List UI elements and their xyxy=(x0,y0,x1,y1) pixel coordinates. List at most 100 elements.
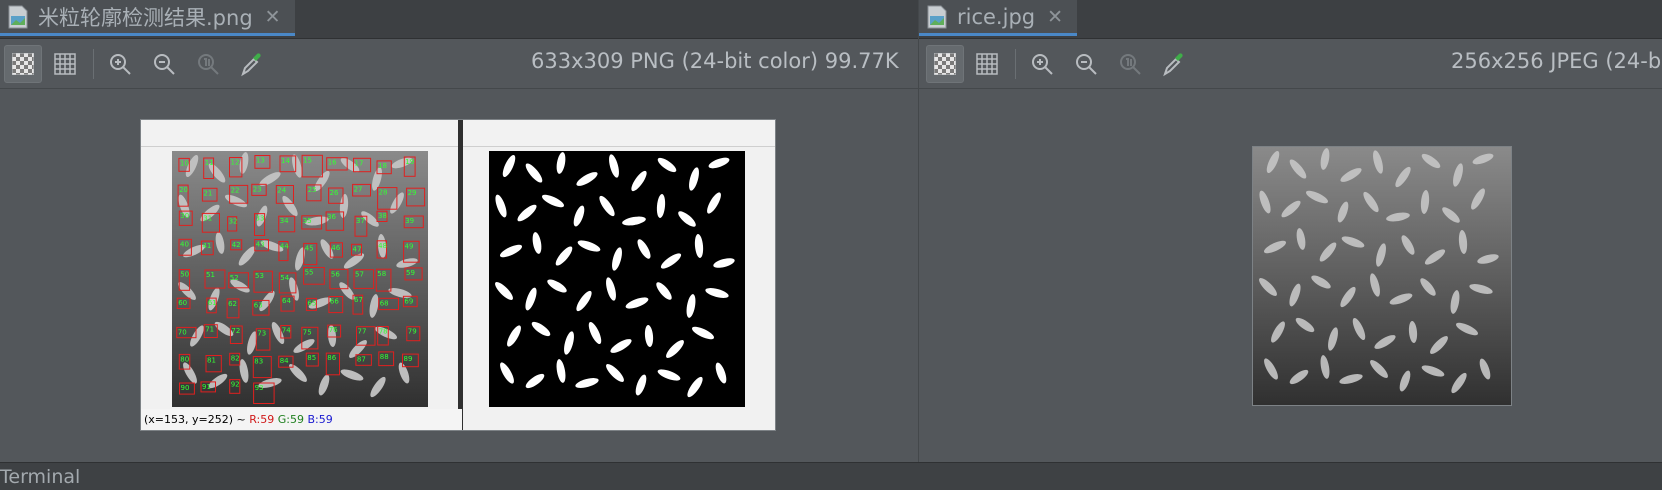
left-image-toolbar: 633x309 PNG (24-bit color) 99.77K xyxy=(0,39,918,89)
contour-label: 45 xyxy=(305,244,314,252)
contour-label: 67 xyxy=(354,296,363,304)
contour-label: 84 xyxy=(280,357,289,365)
image-file-icon xyxy=(927,5,947,29)
contour-label: 90 xyxy=(181,384,190,392)
color-picker-icon[interactable] xyxy=(233,45,271,83)
actual-size-icon xyxy=(189,45,227,83)
contour-label: 57 xyxy=(355,271,364,279)
contour-label: 37 xyxy=(356,217,365,225)
contour-label: 79 xyxy=(408,328,417,336)
image-file-icon xyxy=(8,5,28,29)
contour-label: 43 xyxy=(256,241,265,249)
contour-label: 74 xyxy=(282,327,291,335)
right-tab-bar: rice.jpg ✕ xyxy=(919,0,1662,39)
contour-label: 11 xyxy=(205,159,214,167)
contour-label: 88 xyxy=(380,353,389,361)
image-info-text: 633x309 PNG (24-bit color) 99.77K xyxy=(531,49,899,73)
pixel-coords: (x=153, y=252) ~ xyxy=(144,413,246,426)
contour-label: 87 xyxy=(357,356,366,364)
contour-label: 13 xyxy=(256,157,265,165)
left-editor-pane: 米粒轮廓检测结果.png ✕ 633x309 PNG (24-bit color… xyxy=(0,0,919,462)
color-picker-icon[interactable] xyxy=(1155,45,1193,83)
contour-label: 27 xyxy=(354,185,363,193)
contour-label: 15 xyxy=(303,156,312,164)
rice-image xyxy=(1252,146,1512,406)
contour-label: 56 xyxy=(331,270,340,278)
contour-label: 21 xyxy=(203,189,212,197)
contour-label: 17 xyxy=(355,159,364,167)
chessboard-icon[interactable] xyxy=(926,45,964,83)
contour-label: 16 xyxy=(328,159,337,167)
contour-label: 31 xyxy=(203,214,212,222)
binary-mask-view xyxy=(489,151,745,407)
zoom-in-icon[interactable] xyxy=(1023,45,1061,83)
contour-label: 80 xyxy=(180,355,189,363)
zoom-out-icon[interactable] xyxy=(1067,45,1105,83)
window-divider xyxy=(458,120,463,430)
contour-label: 73 xyxy=(257,330,266,338)
tab-rice-jpg[interactable]: rice.jpg ✕ xyxy=(919,0,1077,36)
contour-label: 61 xyxy=(208,299,217,307)
contour-detection-view: 10 11 12 13 14 15 16 17 18 19 20 21 22 23 24 25 26 27 28 29… xyxy=(172,151,428,407)
contour-label: 93 xyxy=(255,384,264,392)
contour-label: 34 xyxy=(280,217,289,225)
image-info-text: 256x256 JPEG (24-bit color) xyxy=(1451,49,1662,73)
contour-label: 30 xyxy=(180,212,189,220)
tab-label: 米粒轮廓检测结果.png xyxy=(38,5,253,30)
zoom-out-icon[interactable] xyxy=(145,45,183,83)
tab-rice-contour-result[interactable]: 米粒轮廓检测结果.png ✕ xyxy=(0,0,295,36)
contour-label: 50 xyxy=(180,271,189,279)
contour-label: 60 xyxy=(178,299,187,307)
zoom-in-icon[interactable] xyxy=(101,45,139,83)
contour-label: 54 xyxy=(280,274,289,282)
contour-label: 42 xyxy=(232,241,241,249)
contour-label: 22 xyxy=(231,186,240,194)
contour-label: 35 xyxy=(303,217,312,225)
right-editor-pane: rice.jpg ✕ 256x256 JPEG (24-bit color) xyxy=(919,0,1662,462)
contour-label: 69 xyxy=(404,297,413,305)
contour-label: 51 xyxy=(206,271,215,279)
contour-label: 24 xyxy=(277,187,286,195)
contour-label: 53 xyxy=(255,272,264,280)
contour-label: 68 xyxy=(380,299,389,307)
contour-label: 40 xyxy=(180,240,189,248)
contour-label: 14 xyxy=(281,157,290,165)
bottom-tool-bar: Terminal xyxy=(0,462,1662,490)
close-tab-icon[interactable]: ✕ xyxy=(1047,6,1063,28)
pixel-b-value: B:59 xyxy=(307,413,333,426)
contour-label: 66 xyxy=(330,298,339,306)
contour-label: 32 xyxy=(229,218,238,226)
grid-icon[interactable] xyxy=(968,45,1006,83)
contour-label: 47 xyxy=(353,245,362,253)
contour-label: 72 xyxy=(231,327,240,335)
contour-label: 64 xyxy=(282,297,291,305)
tab-label: rice.jpg xyxy=(957,4,1036,29)
contour-label: 65 xyxy=(307,299,316,307)
contour-label: 77 xyxy=(358,328,367,336)
contour-label: 85 xyxy=(307,354,316,362)
contour-label: 10 xyxy=(180,159,189,167)
contour-label: 18 xyxy=(378,162,387,170)
chessboard-icon[interactable] xyxy=(4,45,42,83)
contour-label: 29 xyxy=(408,189,417,197)
contour-label: 26 xyxy=(330,189,339,197)
contour-label: 76 xyxy=(329,326,338,334)
contour-label: 19 xyxy=(405,158,414,166)
contour-label: 25 xyxy=(308,186,317,194)
contour-label: 75 xyxy=(303,328,312,336)
contour-label: 55 xyxy=(305,269,314,277)
contour-label: 38 xyxy=(378,212,387,220)
contour-label: 89 xyxy=(404,355,413,363)
contour-label: 82 xyxy=(231,354,240,362)
contour-label: 44 xyxy=(280,243,289,251)
terminal-tab[interactable]: Terminal xyxy=(0,466,80,488)
close-tab-icon[interactable]: ✕ xyxy=(265,6,281,28)
toolbar-separator xyxy=(93,49,94,79)
contour-label: 23 xyxy=(253,185,262,193)
grid-icon[interactable] xyxy=(46,45,84,83)
contour-label: 63 xyxy=(254,301,263,309)
toolbar-separator xyxy=(1015,49,1016,79)
contour-label: 48 xyxy=(378,242,387,250)
actual-size-icon xyxy=(1111,45,1149,83)
contour-label: 81 xyxy=(207,357,216,365)
